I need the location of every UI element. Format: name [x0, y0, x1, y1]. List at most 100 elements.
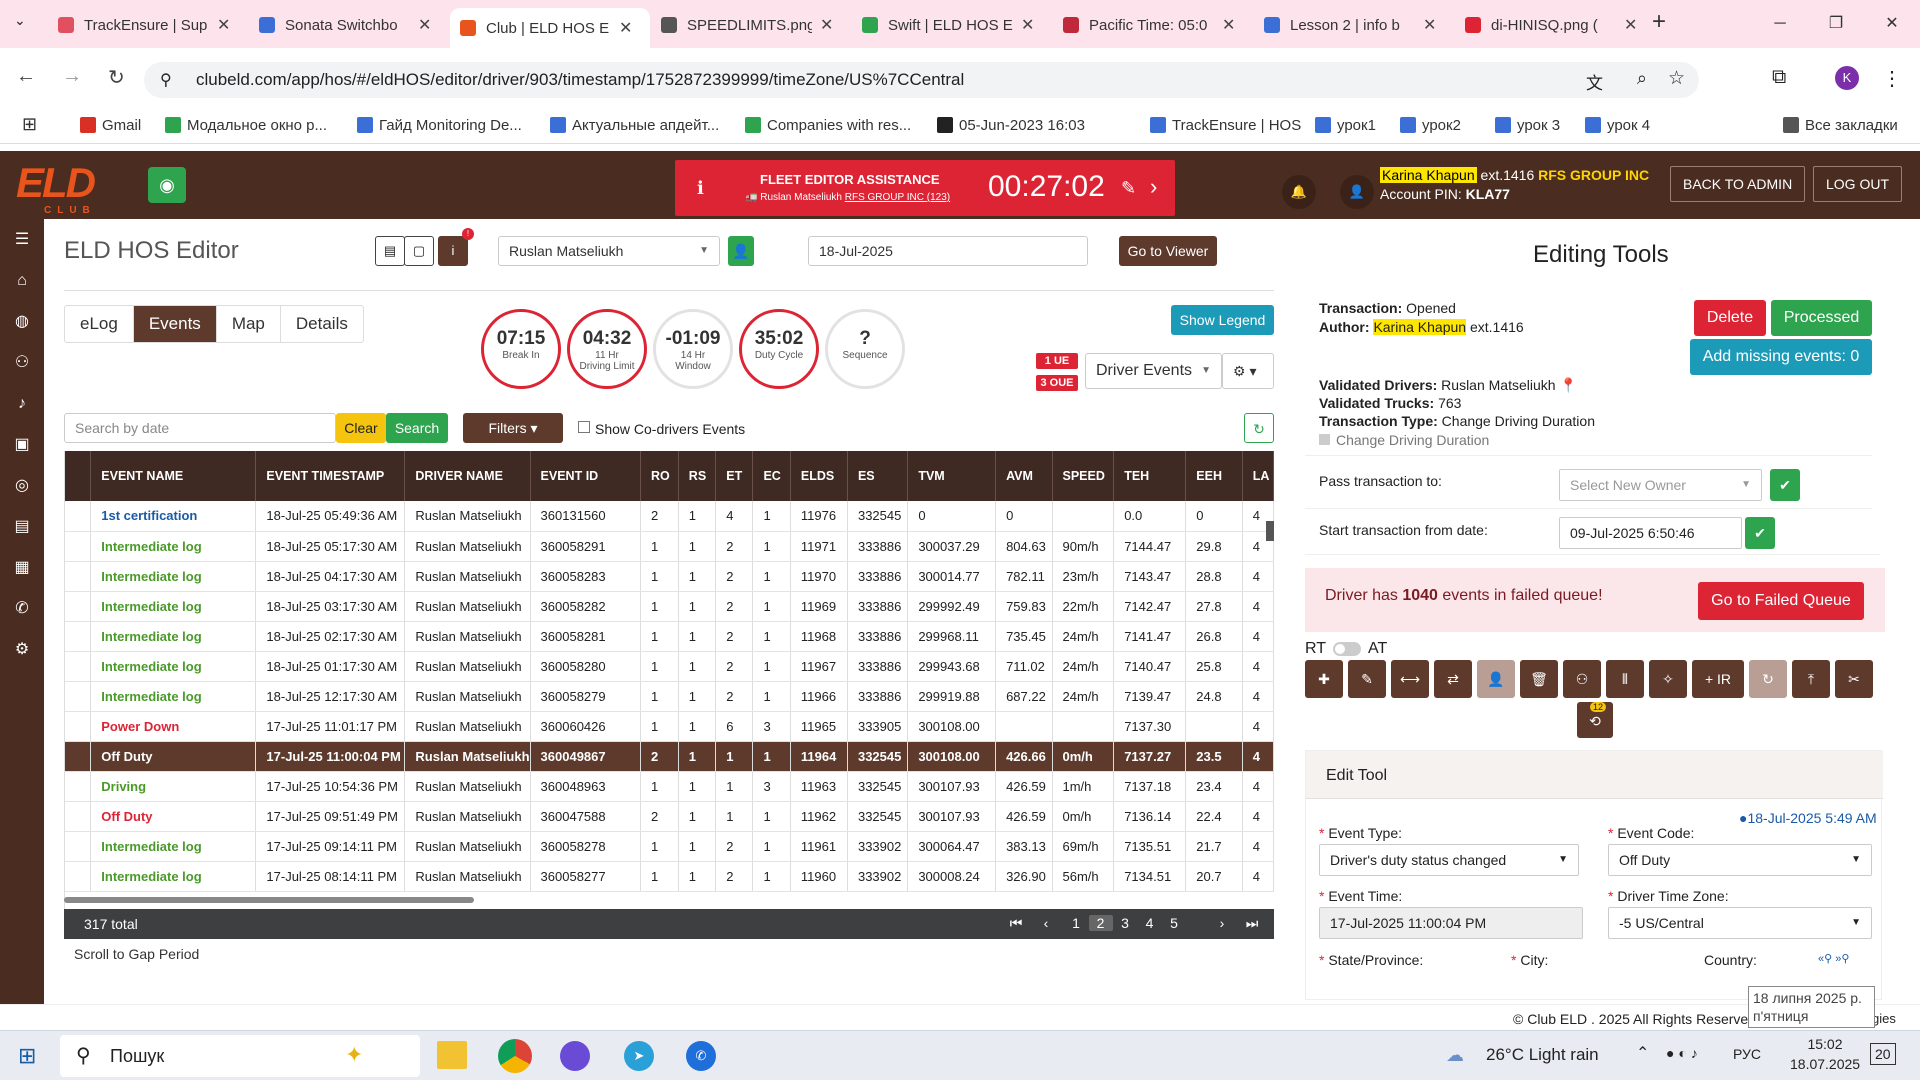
stretch-icon[interactable]: ⟷	[1391, 660, 1429, 698]
table-row[interactable]: 1st certification 18-Jul-25 05:49:36 AM Ru…	[65, 501, 1274, 532]
wrench-icon[interactable]: ✆	[0, 588, 44, 629]
table-header[interactable]: TEH	[1113, 451, 1187, 501]
clear-button[interactable]: Clear	[336, 413, 386, 443]
bookmark-item[interactable]: урок 4	[1585, 117, 1650, 134]
id-card-icon[interactable]: ▣	[0, 424, 44, 465]
table-header[interactable]: EEH	[1185, 451, 1243, 501]
tab-search-icon[interactable]: ⌄	[14, 12, 26, 29]
search-input[interactable]: Search by date	[64, 413, 336, 443]
translate-icon[interactable]: ⽂	[1586, 69, 1603, 94]
driver-select[interactable]: Ruslan Matseliukh ▼	[498, 236, 720, 266]
tab-map[interactable]: Map	[217, 306, 281, 342]
telegram-icon[interactable]: ➤	[624, 1041, 654, 1071]
apps-grid-icon[interactable]: ⊞	[22, 114, 37, 135]
zoom-icon[interactable]: ⌕	[1637, 68, 1647, 89]
browser-tab[interactable]: SPEEDLIMITS.png ✕	[651, 8, 851, 42]
site-info-icon[interactable]: ⚲	[160, 70, 172, 90]
columns-icon[interactable]: ⦀	[1606, 660, 1644, 698]
bookmark-item[interactable]: урок 3	[1495, 117, 1560, 134]
table-row[interactable]: Intermediate log 18-Jul-25 03:17:30 AM Rus…	[65, 591, 1274, 622]
globe-icon[interactable]: ◍	[0, 301, 44, 342]
time-zone-select[interactable]: -5 US/Central ▼	[1608, 907, 1872, 939]
table-row[interactable]: Intermediate log 18-Jul-25 02:17:30 AM Rus…	[65, 621, 1274, 652]
table-header[interactable]: EVENT TIMESTAMP	[255, 451, 406, 501]
scissors-icon[interactable]: ✂	[1835, 660, 1873, 698]
magic-wand-icon[interactable]: ✧	[1649, 660, 1687, 698]
close-tab-icon[interactable]: ✕	[619, 18, 632, 38]
delete-button[interactable]: Delete	[1694, 300, 1766, 336]
minimize-icon[interactable]: ─	[1752, 0, 1808, 48]
bookmark-item[interactable]: Gmail	[80, 117, 141, 134]
start-date-input[interactable]: 09-Jul-2025 6:50:46	[1559, 517, 1742, 549]
table-row[interactable]: Driving 17-Jul-25 10:54:36 PM Ruslan Matse…	[65, 771, 1274, 802]
page-number[interactable]: 2	[1088, 915, 1113, 931]
pencil-icon[interactable]: ✎	[1348, 660, 1386, 698]
table-row[interactable]: Intermediate log 18-Jul-25 05:17:30 AM Rus…	[65, 531, 1274, 562]
windows-start-icon[interactable]: ⊞	[18, 1043, 36, 1069]
table-row[interactable]: Power Down 17-Jul-25 11:01:17 PM Ruslan Ma…	[65, 711, 1274, 742]
document-icon[interactable]: ▤	[375, 236, 405, 266]
bookmark-item[interactable]: TrackEnsure | HOS	[1150, 117, 1301, 134]
forward-icon[interactable]: →	[62, 65, 82, 88]
eld-club-logo[interactable]: ELD CLUB	[16, 159, 96, 216]
reload-icon[interactable]: ↻	[108, 65, 125, 90]
table-header[interactable]: RS	[678, 451, 717, 501]
browser-tab[interactable]: Lesson 2 | info b ✕	[1254, 8, 1454, 42]
notifications-bell-icon[interactable]: 🔔	[1282, 175, 1316, 209]
new-tab-button[interactable]: +	[1652, 8, 1666, 36]
table-row[interactable]: Intermediate log 17-Jul-25 09:14:11 PM Rus…	[65, 831, 1274, 862]
hamburger-menu-icon[interactable]: ☰	[0, 219, 44, 260]
show-legend-button[interactable]: Show Legend	[1171, 305, 1274, 335]
page-number[interactable]: 3	[1113, 915, 1137, 931]
table-row[interactable]: Off Duty 17-Jul-25 11:00:04 PM Ruslan Mats…	[65, 741, 1274, 772]
sync-icon[interactable]: ↻	[1749, 660, 1787, 698]
contact-card-icon[interactable]: ▦	[0, 547, 44, 588]
refresh-icon[interactable]: ↻	[1244, 413, 1274, 443]
table-header[interactable]: SPEED	[1052, 451, 1115, 501]
browser-tab[interactable]: Pacific Time: 05:0 ✕	[1053, 8, 1253, 42]
file-explorer-icon[interactable]	[437, 1041, 467, 1069]
table-header[interactable]: RO	[640, 451, 679, 501]
location-nav-icons[interactable]: «⚲ »⚲	[1818, 952, 1849, 965]
bookmark-item[interactable]: урок1	[1315, 117, 1376, 134]
table-row[interactable]: Intermediate log 18-Jul-25 04:17:30 AM Rus…	[65, 561, 1274, 592]
browser-tab[interactable]: Swift | ELD HOS E ✕	[852, 8, 1052, 42]
first-page-icon[interactable]: ⏮	[1004, 915, 1028, 932]
driver-user-button[interactable]: 👤	[728, 236, 754, 266]
next-page-icon[interactable]: ›	[1210, 915, 1234, 931]
close-tab-icon[interactable]: ✕	[1222, 15, 1235, 35]
vertical-scrollbar[interactable]	[1266, 521, 1274, 541]
table-row[interactable]: Intermediate log 18-Jul-25 12:17:30 AM Rus…	[65, 681, 1274, 712]
home-icon[interactable]: ⌂	[0, 260, 44, 301]
edit-icon[interactable]: ✎	[1121, 178, 1136, 199]
scroll-to-gap-link[interactable]: Scroll to Gap Period	[74, 946, 199, 962]
close-tab-icon[interactable]: ✕	[217, 15, 230, 35]
date-input[interactable]: 18-Jul-2025	[808, 236, 1088, 266]
app-icon[interactable]	[560, 1041, 590, 1071]
page-number[interactable]: 1	[1064, 915, 1088, 931]
rt-at-toggle[interactable]	[1333, 642, 1361, 656]
driver-events-select[interactable]: Driver Events ▼	[1085, 353, 1222, 389]
add-ir-button[interactable]: + IR	[1692, 660, 1744, 698]
prev-page-icon[interactable]: ‹	[1034, 915, 1058, 931]
table-header[interactable]: AVM	[995, 451, 1053, 501]
table-header[interactable]: DRIVER NAME	[404, 451, 531, 501]
driver-icon[interactable]: 👤	[1477, 660, 1515, 698]
go-to-viewer-button[interactable]: Go to Viewer	[1119, 236, 1217, 266]
close-tab-icon[interactable]: ✕	[820, 15, 833, 35]
table-header[interactable]: ELDS	[790, 451, 848, 501]
extensions-icon[interactable]: ⧉	[1772, 66, 1786, 89]
browser-menu-icon[interactable]: ⋮	[1882, 66, 1902, 91]
swap-icon[interactable]: ⇄	[1434, 660, 1472, 698]
maximize-icon[interactable]: ❐	[1808, 0, 1864, 48]
chevron-right-icon[interactable]: ›	[1150, 174, 1157, 200]
bookmark-item[interactable]: Гайд Monitoring De...	[357, 117, 522, 134]
table-header[interactable]: ET	[715, 451, 754, 501]
confirm-owner-button[interactable]: ✔	[1770, 469, 1800, 501]
change-driving-checkbox[interactable]	[1319, 434, 1330, 445]
bookmark-item[interactable]: Модальное окно р...	[165, 117, 327, 134]
info-button[interactable]: i	[438, 236, 468, 266]
horizontal-scrollbar[interactable]	[64, 897, 474, 903]
bookmark-star-icon[interactable]: ☆	[1668, 67, 1685, 90]
settings-gears-icon[interactable]: ⚙	[0, 629, 44, 670]
